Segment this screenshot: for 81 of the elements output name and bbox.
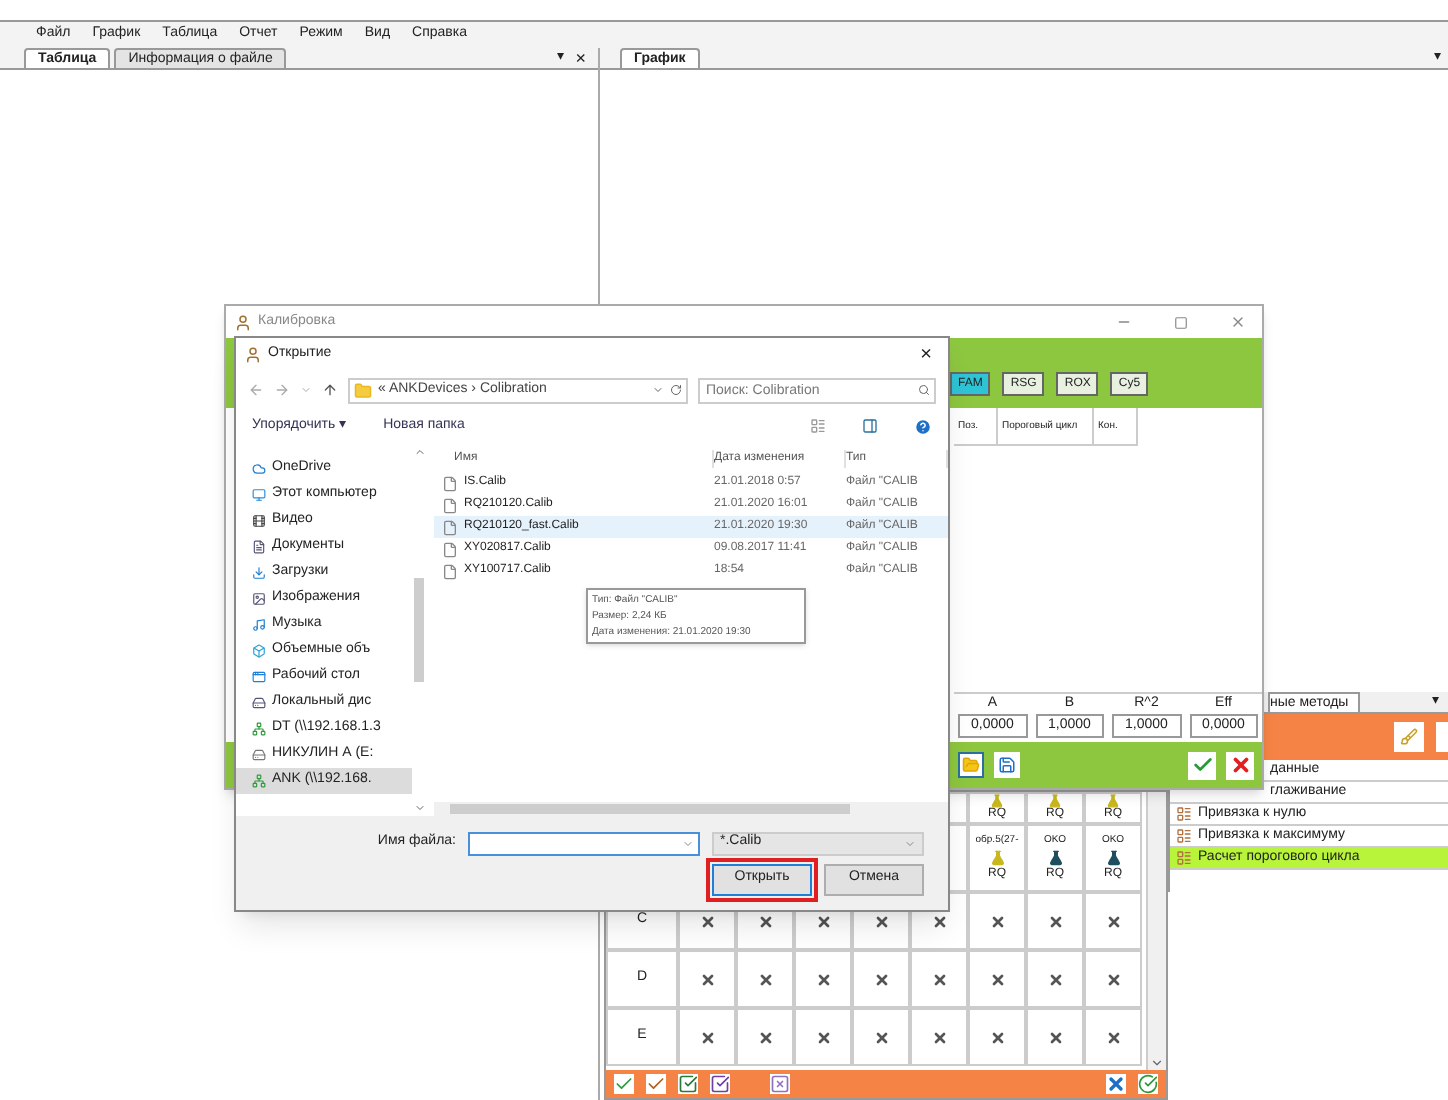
folder-icon — [354, 381, 372, 399]
plate-cell[interactable] — [1084, 950, 1142, 1008]
scrollbar-thumb[interactable] — [414, 578, 424, 682]
app-icon — [244, 346, 262, 364]
checkbox-icon[interactable] — [678, 1074, 698, 1094]
plate-cell[interactable] — [678, 950, 736, 1008]
document-icon — [252, 540, 266, 554]
plate-cell[interactable] — [852, 950, 910, 1008]
folder-icon — [962, 756, 980, 774]
caret-icon[interactable] — [652, 384, 664, 396]
plate-cell[interactable] — [968, 950, 1026, 1008]
hard-drive-icon — [252, 696, 266, 710]
method-icon — [1176, 850, 1192, 866]
plate-cell[interactable] — [910, 1008, 968, 1066]
film-icon — [252, 514, 266, 528]
monitor-icon — [252, 488, 266, 502]
plate-cell[interactable] — [736, 1008, 794, 1066]
back-icon[interactable] — [248, 382, 264, 398]
close-button[interactable]: × — [575, 48, 586, 68]
preview-pane-icon[interactable] — [862, 418, 878, 434]
check-icon[interactable] — [646, 1074, 666, 1094]
cancel-button[interactable] — [1226, 751, 1254, 779]
method-icon — [1176, 806, 1192, 822]
download-icon — [252, 566, 266, 580]
file-icon — [442, 541, 458, 557]
plate-cell[interactable] — [736, 950, 794, 1008]
plate-cell[interactable] — [968, 892, 1026, 950]
scroll-up-icon[interactable] — [413, 446, 425, 458]
brush-button[interactable] — [1394, 722, 1424, 752]
view-options-icon[interactable] — [810, 418, 826, 434]
music-note-icon — [252, 618, 266, 632]
plate-cell[interactable] — [1026, 892, 1084, 950]
save-button[interactable] — [994, 752, 1020, 778]
search-icon[interactable] — [918, 383, 930, 395]
image-icon — [252, 592, 266, 606]
cube-icon — [252, 644, 266, 658]
plate-cell[interactable] — [852, 1008, 910, 1066]
brush-icon — [1400, 728, 1418, 746]
caret-icon[interactable] — [682, 837, 694, 849]
scroll-down-icon[interactable] — [1150, 1056, 1164, 1070]
plate-cell[interactable] — [1084, 892, 1142, 950]
refresh-icon[interactable] — [670, 384, 682, 396]
check-circle-icon[interactable] — [1138, 1074, 1158, 1094]
drive-icon — [252, 748, 266, 762]
file-icon — [442, 497, 458, 513]
close-icon — [1229, 754, 1251, 776]
caret-icon — [904, 837, 916, 849]
plate-cell[interactable] — [1026, 1008, 1084, 1066]
cross-square-icon[interactable] — [770, 1074, 790, 1094]
desktop-icon — [252, 670, 266, 684]
plate-cell[interactable] — [1084, 1008, 1142, 1066]
checkbox-icon[interactable] — [710, 1074, 730, 1094]
method-icon — [1176, 828, 1192, 844]
close-icon[interactable] — [1230, 314, 1246, 330]
horizontal-scrollbar-thumb[interactable] — [450, 804, 850, 814]
scroll-down-icon[interactable] — [413, 802, 425, 814]
cloud-icon — [252, 462, 266, 476]
maximize-icon[interactable] — [1174, 315, 1188, 329]
plate-cell[interactable] — [910, 950, 968, 1008]
app-icon — [234, 313, 252, 331]
history-caret-icon[interactable] — [300, 384, 312, 396]
plate-cell[interactable] — [968, 1008, 1026, 1066]
close-icon[interactable] — [1106, 1074, 1126, 1094]
plate-cell[interactable] — [1026, 950, 1084, 1008]
network-icon — [252, 722, 266, 736]
file-icon — [442, 519, 458, 535]
file-icon — [442, 475, 458, 491]
plate-cell[interactable] — [794, 950, 852, 1008]
plate-cell[interactable] — [678, 1008, 736, 1066]
file-icon — [442, 563, 458, 579]
confirm-button[interactable] — [1188, 751, 1216, 779]
close-button[interactable]: × — [920, 340, 940, 370]
check-icon — [1191, 754, 1213, 776]
open-folder-button[interactable] — [958, 752, 984, 778]
up-icon[interactable] — [322, 382, 338, 398]
check-icon[interactable] — [614, 1074, 634, 1094]
filename-field[interactable] — [468, 831, 700, 855]
network-icon — [252, 774, 266, 788]
forward-icon[interactable] — [274, 382, 290, 398]
help-icon[interactable] — [914, 417, 932, 435]
plate-cell[interactable] — [794, 1008, 852, 1066]
